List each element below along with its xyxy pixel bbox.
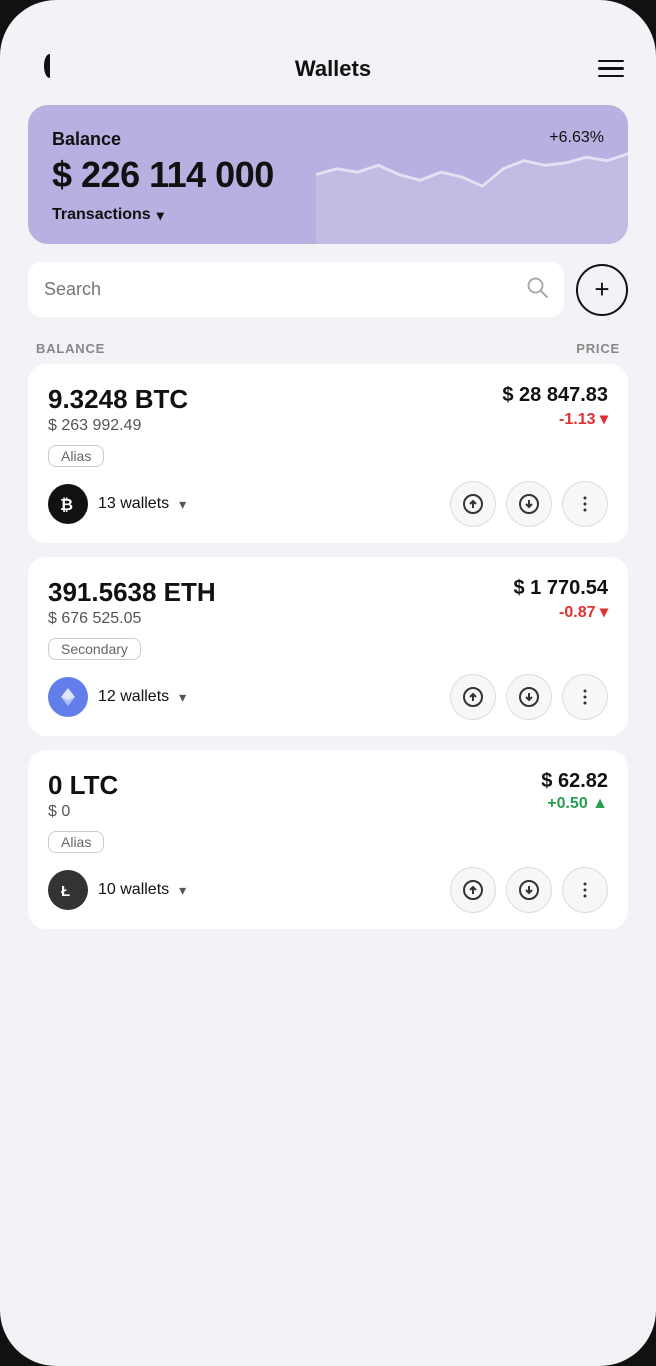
coin-usd-value: $ 0 xyxy=(48,803,118,821)
coin-amount: 0 LTC xyxy=(48,770,118,801)
search-input[interactable] xyxy=(44,279,516,300)
chevron-down-icon: ▾ xyxy=(179,689,186,706)
transactions-button[interactable]: Transactions ▾ xyxy=(52,206,164,224)
coin-card-eth: 391.5638 ETH $ 676 525.05 $ 1 770.54 -0.… xyxy=(28,557,628,736)
coin-usd-value: $ 263 992.49 xyxy=(48,417,188,435)
search-container xyxy=(28,262,564,317)
coin-price: $ 1 770.54 xyxy=(513,577,608,600)
add-button[interactable]: + xyxy=(576,264,628,316)
coin-card-bottom: ₿ 13 wallets ▾ xyxy=(48,481,608,527)
coin-identity[interactable]: ₿ 13 wallets ▾ xyxy=(48,484,186,524)
receive-button[interactable] xyxy=(506,674,552,720)
search-icon xyxy=(526,276,548,303)
coin-amount: 9.3248 BTC xyxy=(48,384,188,415)
balance-label: Balance xyxy=(52,129,121,150)
page-title: Wallets xyxy=(295,56,371,82)
balance-card: Balance +6.63% $ 226 114 000 Transaction… xyxy=(28,105,628,244)
chevron-down-icon: ▾ xyxy=(179,882,186,899)
btc-logo: ₿ xyxy=(48,484,88,524)
receive-button[interactable] xyxy=(506,867,552,913)
alias-tag: Alias xyxy=(48,831,104,853)
more-button[interactable] xyxy=(562,867,608,913)
header: Wallets xyxy=(28,40,628,105)
eth-logo xyxy=(48,677,88,717)
coin-card-btc: 9.3248 BTC $ 263 992.49 $ 28 847.83 -1.1… xyxy=(28,364,628,543)
receive-button[interactable] xyxy=(506,481,552,527)
coin-card-bottom: Ł 10 wallets ▾ xyxy=(48,867,608,913)
wallets-count: 10 wallets xyxy=(98,881,169,899)
coin-price: $ 62.82 xyxy=(541,770,608,793)
send-button[interactable] xyxy=(450,867,496,913)
chevron-down-icon: ▾ xyxy=(157,207,164,224)
coin-identity[interactable]: Ł 10 wallets ▾ xyxy=(48,870,186,910)
wallets-count: 13 wallets xyxy=(98,495,169,513)
coin-list: 9.3248 BTC $ 263 992.49 $ 28 847.83 -1.1… xyxy=(28,364,628,943)
coin-usd-value: $ 676 525.05 xyxy=(48,610,216,628)
alias-tag: Secondary xyxy=(48,638,141,660)
coin-amount: 391.5638 ETH xyxy=(48,577,216,608)
logo-icon xyxy=(32,48,68,89)
send-button[interactable] xyxy=(450,481,496,527)
coin-change: +0.50 ▲ xyxy=(541,795,608,813)
balance-amount: $ 226 114 000 xyxy=(52,154,604,196)
search-row: + xyxy=(28,262,628,331)
svg-text:Ł: Ł xyxy=(61,883,70,900)
coin-actions xyxy=(450,481,608,527)
coin-card-bottom: 12 wallets ▾ xyxy=(48,674,608,720)
balance-percent: +6.63% xyxy=(549,129,604,147)
ltc-logo: Ł xyxy=(48,870,88,910)
phone-frame: Wallets Balance +6.63% $ 226 114 000 Tra… xyxy=(0,0,656,1366)
col-balance: BALANCE xyxy=(36,341,105,356)
coin-actions xyxy=(450,867,608,913)
alias-tag: Alias xyxy=(48,445,104,467)
menu-button[interactable] xyxy=(598,60,624,78)
coin-actions xyxy=(450,674,608,720)
svg-text:₿: ₿ xyxy=(60,496,73,514)
send-button[interactable] xyxy=(450,674,496,720)
coin-change: -1.13 ▾ xyxy=(502,409,608,429)
coin-card-ltc: 0 LTC $ 0 $ 62.82 +0.50 ▲ Alias Ł 10 wal… xyxy=(28,750,628,929)
col-price: PRICE xyxy=(576,341,620,356)
coin-identity[interactable]: 12 wallets ▾ xyxy=(48,677,186,717)
more-button[interactable] xyxy=(562,481,608,527)
more-button[interactable] xyxy=(562,674,608,720)
coin-price: $ 28 847.83 xyxy=(502,384,608,407)
coin-change: -0.87 ▾ xyxy=(513,602,608,622)
chevron-down-icon: ▾ xyxy=(179,496,186,513)
wallets-count: 12 wallets xyxy=(98,688,169,706)
column-headers: BALANCE PRICE xyxy=(28,331,628,364)
